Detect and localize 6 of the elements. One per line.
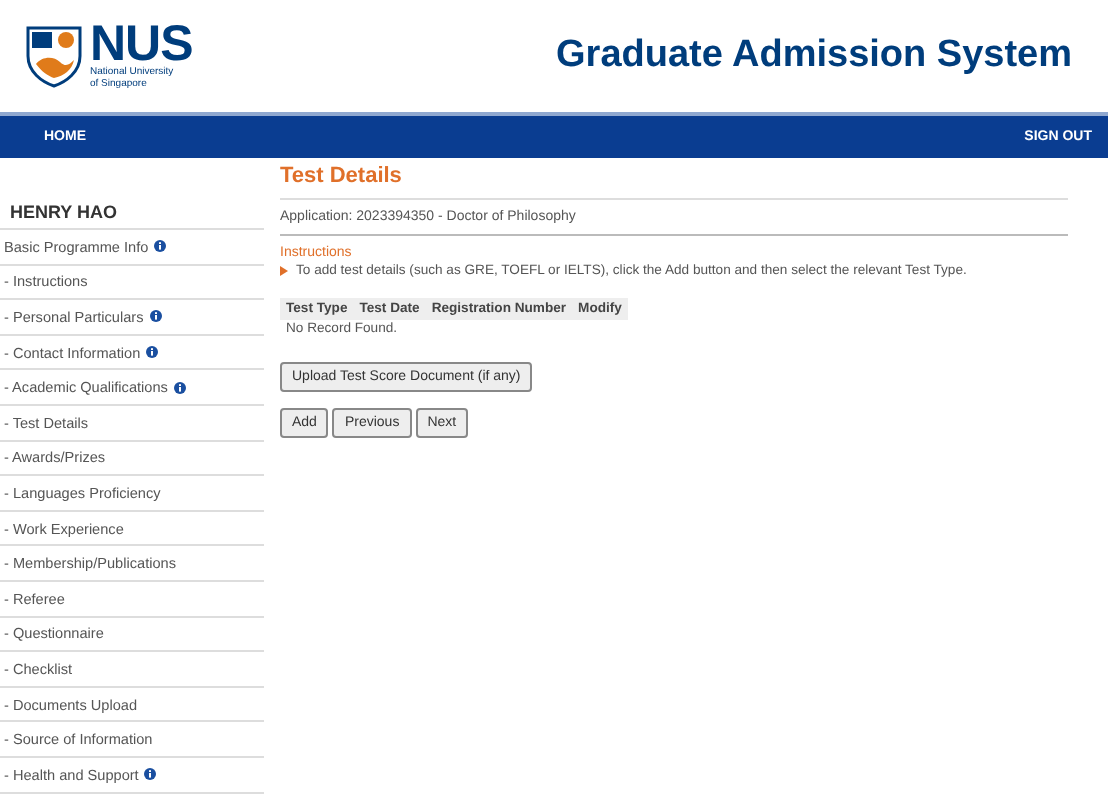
bullet-icon — [280, 266, 288, 276]
crest-icon — [24, 24, 84, 88]
logo-wordmark: NUS — [90, 22, 193, 66]
page-heading: Test Details — [280, 164, 1068, 200]
user-name: HENRY HAO — [0, 202, 264, 230]
site-title: Graduate Admission System — [556, 34, 1072, 78]
